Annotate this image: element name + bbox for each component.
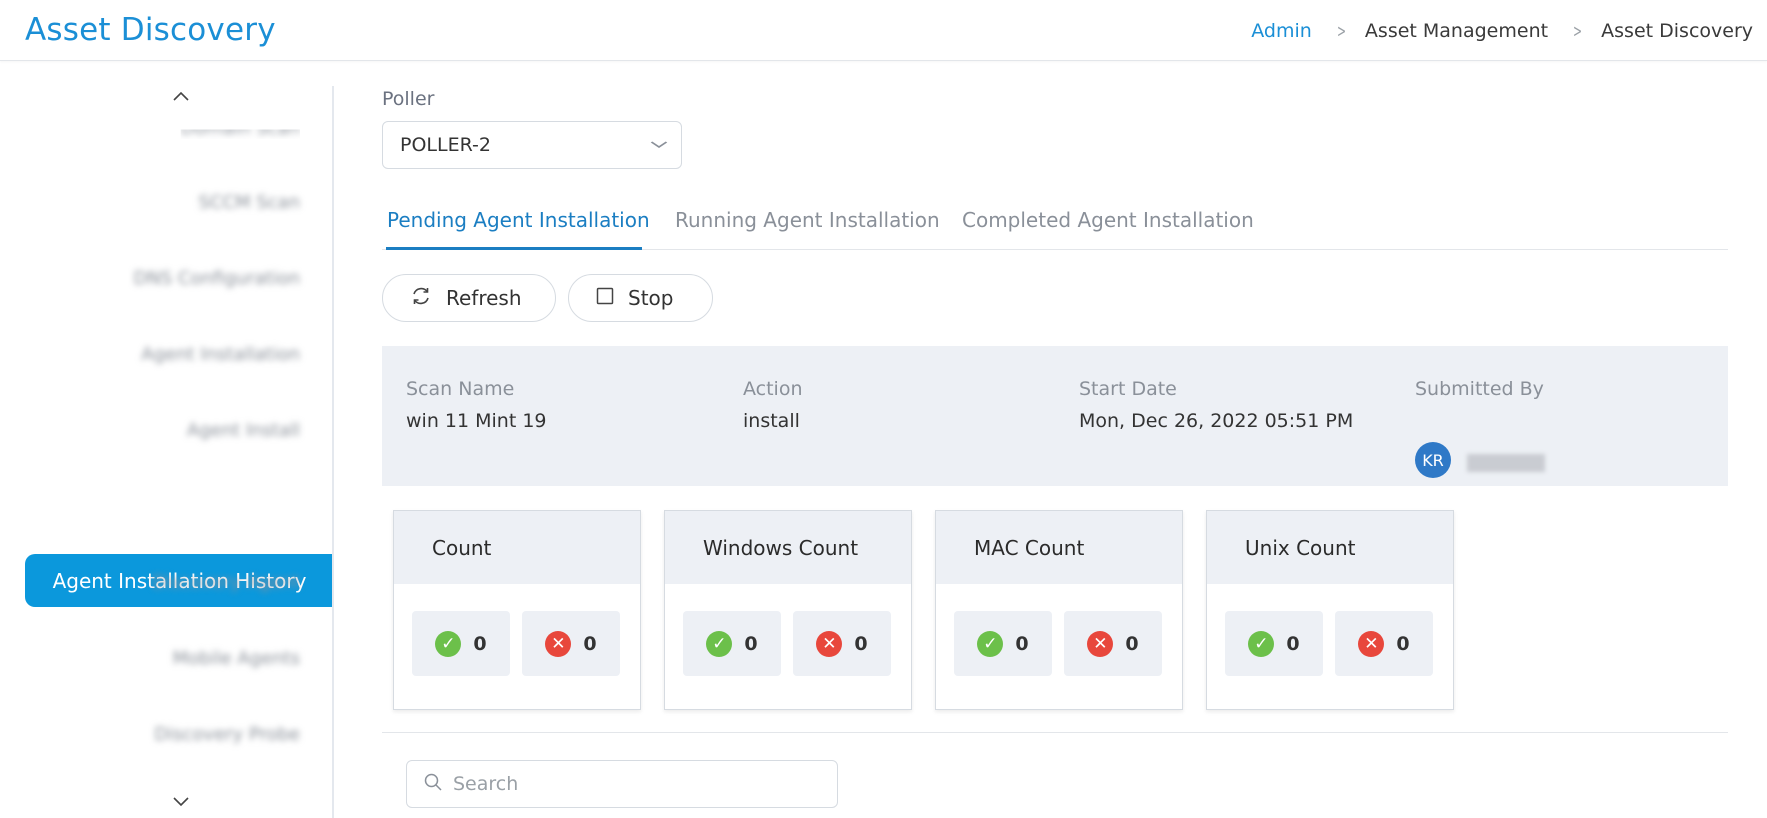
refresh-icon <box>410 285 432 312</box>
windows-count-card-title: Windows Count <box>665 511 911 584</box>
check-circle-icon: ✓ <box>1248 630 1275 657</box>
breadcrumb-asset-discovery: Asset Discovery <box>1601 20 1753 42</box>
windows-success-value: 0 <box>744 632 758 655</box>
unix-failed-value: 0 <box>1396 632 1410 655</box>
start-date-field: Start Date Mon, Dec 26, 2022 05:51 PM <box>1079 378 1353 432</box>
submitted-by-label: Submitted By <box>1415 378 1544 400</box>
action-field: Action install <box>743 378 803 432</box>
unix-failed-stat: ✕ 0 <box>1335 611 1433 676</box>
stop-button-label: Stop <box>628 286 674 310</box>
windows-failed-value: 0 <box>854 632 868 655</box>
refresh-button[interactable]: Refresh <box>382 274 556 322</box>
count-failed-value: 0 <box>583 632 597 655</box>
windows-failed-stat: ✕ 0 <box>793 611 891 676</box>
sidebar-item-agent-installation[interactable]: Agent Installation <box>141 344 300 365</box>
refresh-button-label: Refresh <box>446 286 522 310</box>
check-circle-icon: ✓ <box>977 630 1004 657</box>
check-circle-icon: ✓ <box>435 630 462 657</box>
stop-icon <box>596 286 614 310</box>
tab-completed-agent-installation[interactable]: Completed Agent Installation <box>962 208 1254 232</box>
poller-select-value: POLLER-2 <box>400 134 491 156</box>
mac-failed-value: 0 <box>1125 632 1139 655</box>
section-divider <box>382 732 1728 733</box>
mac-success-value: 0 <box>1015 632 1029 655</box>
scroll-down-icon[interactable] <box>172 792 190 813</box>
search-input[interactable]: Search <box>406 760 838 808</box>
sidebar-item-domain-scan[interactable]: Domain Scan <box>181 130 300 139</box>
poller-select[interactable]: POLLER-2 <box>382 121 682 169</box>
count-failed-stat: ✕ 0 <box>522 611 620 676</box>
search-icon <box>423 772 443 797</box>
check-circle-icon: ✓ <box>706 630 733 657</box>
sidebar: Domain Scan SCCM Scan DNS Configuration … <box>0 62 334 818</box>
mac-success-stat: ✓ 0 <box>954 611 1052 676</box>
main-content: Poller POLLER-2 Pending Agent Installati… <box>382 62 1728 818</box>
stop-button[interactable]: Stop <box>568 274 713 322</box>
x-circle-icon: ✕ <box>1358 630 1385 657</box>
unix-count-card: Unix Count ✓ 0 ✕ 0 <box>1206 510 1454 710</box>
search-placeholder: Search <box>453 773 519 795</box>
scan-name-field: Scan Name win 11 Mint 19 <box>406 378 547 432</box>
sidebar-item-sccm-scan[interactable]: SCCM Scan <box>198 192 300 213</box>
count-success-value: 0 <box>473 632 487 655</box>
start-date-label: Start Date <box>1079 378 1177 400</box>
app-header: Asset Discovery Admin > Asset Management… <box>0 0 1767 61</box>
unix-success-stat: ✓ 0 <box>1225 611 1323 676</box>
submitter-name-redacted <box>1467 454 1545 472</box>
avatar: KR <box>1415 442 1451 478</box>
scroll-up-icon[interactable] <box>172 86 190 107</box>
unix-success-value: 0 <box>1286 632 1300 655</box>
action-label: Action <box>743 378 803 400</box>
installation-tabs: Pending Agent Installation Running Agent… <box>382 200 1728 250</box>
chevron-right-icon: > <box>1573 20 1583 42</box>
count-card: Count ✓ 0 ✕ 0 <box>393 510 641 710</box>
chevron-right-icon: > <box>1336 20 1346 42</box>
submitted-by-field: Submitted By KR <box>1415 378 1615 478</box>
mac-count-card: MAC Count ✓ 0 ✕ 0 <box>935 510 1183 710</box>
unix-count-card-title: Unix Count <box>1207 511 1453 584</box>
sidebar-divider <box>332 86 334 818</box>
windows-count-card: Windows Count ✓ 0 ✕ 0 <box>664 510 912 710</box>
sidebar-item-agent-install[interactable]: Agent Install <box>187 420 300 441</box>
x-circle-icon: ✕ <box>1087 630 1114 657</box>
start-date-value: Mon, Dec 26, 2022 05:51 PM <box>1079 410 1354 432</box>
windows-success-stat: ✓ 0 <box>683 611 781 676</box>
scan-details-panel: Scan Name win 11 Mint 19 Action install … <box>382 346 1728 486</box>
tab-running-agent-installation[interactable]: Running Agent Installation <box>675 208 940 232</box>
sidebar-item-mobile-agents[interactable]: Mobile Agents <box>173 648 300 669</box>
x-circle-icon: ✕ <box>816 630 843 657</box>
sidebar-item-dns-configuration[interactable]: DNS Configuration <box>133 268 300 289</box>
count-card-title: Count <box>394 511 640 584</box>
active-tab-indicator <box>386 247 642 250</box>
scan-name-value: win 11 Mint 19 <box>406 410 547 432</box>
mac-failed-stat: ✕ 0 <box>1064 611 1162 676</box>
page-title: Asset Discovery <box>25 12 276 48</box>
x-circle-icon: ✕ <box>545 630 572 657</box>
action-value: install <box>743 410 800 432</box>
sidebar-item-discovery-probe[interactable]: Discovery Probe <box>154 724 300 745</box>
breadcrumb-admin[interactable]: Admin <box>1251 20 1312 42</box>
tab-pending-agent-installation[interactable]: Pending Agent Installation <box>387 208 650 232</box>
scan-name-label: Scan Name <box>406 378 515 400</box>
chevron-down-icon <box>650 137 668 153</box>
count-success-stat: ✓ 0 <box>412 611 510 676</box>
breadcrumb-asset-management[interactable]: Asset Management <box>1365 20 1548 42</box>
sidebar-item-discovery-agent[interactable]: Discovery Agent <box>152 572 300 593</box>
poller-label: Poller <box>382 88 435 110</box>
mac-count-card-title: MAC Count <box>936 511 1182 584</box>
breadcrumb: Admin > Asset Management > Asset Discove… <box>1251 20 1753 42</box>
